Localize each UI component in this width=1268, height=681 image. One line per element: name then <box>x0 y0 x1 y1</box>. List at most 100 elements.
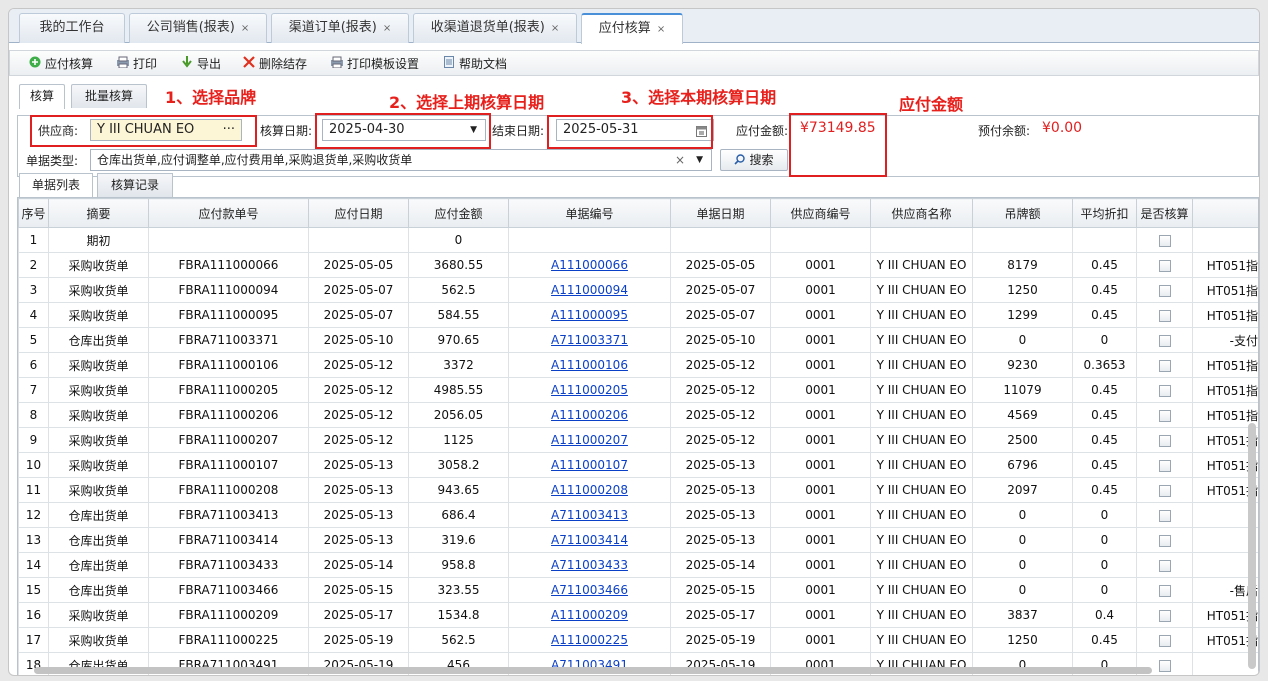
checkbox[interactable] <box>1158 634 1171 647</box>
end-date-field[interactable]: 2025-05-31 <box>556 119 714 141</box>
calc-date-field[interactable]: 2025-04-30 ▼ <box>322 119 486 141</box>
doc-type-select[interactable]: 仓库出货单,应付调整单,应付费用单,采购退货单,采购收货单 × ▼ <box>90 149 712 171</box>
help-docs-button[interactable]: 帮助文档 <box>442 55 507 73</box>
table-row[interactable]: 7 采购收货单 FBRA111000205 2025-05-12 4985.55 A111… <box>18 377 1258 403</box>
clear-icon[interactable]: × <box>675 150 685 170</box>
checkbox[interactable] <box>1158 584 1171 597</box>
tab-doc-list[interactable]: 单据列表 <box>19 173 93 197</box>
column-header[interactable]: 序号 <box>18 198 49 228</box>
checkbox[interactable] <box>1158 309 1171 322</box>
table-row[interactable]: 9 采购收货单 FBRA111000207 2025-05-12 1125 A111000… <box>18 427 1258 453</box>
table-row[interactable]: 13 仓库出货单 FBRA711003414 2025-05-13 319.6 A7110… <box>18 527 1258 553</box>
table-row[interactable]: 6 采购收货单 FBRA111000106 2025-05-12 3372 A111000… <box>18 352 1258 378</box>
checkbox[interactable] <box>1158 359 1171 372</box>
checkbox[interactable] <box>1158 659 1171 672</box>
tab-channel-returns[interactable]: 收渠道退货单(报表) × <box>413 13 577 43</box>
checkbox[interactable] <box>1158 534 1171 547</box>
vertical-scrollbar[interactable] <box>1248 423 1256 669</box>
doc-number-link[interactable]: A111000209 <box>551 608 628 622</box>
column-header[interactable]: 吊牌额 <box>972 198 1073 228</box>
doc-number-link[interactable]: A711003413 <box>551 508 628 522</box>
delete-balance-button[interactable]: 删除结存 <box>242 55 307 73</box>
table-row[interactable]: 2 采购收货单 FBRA111000066 2025-05-05 3680.55 A111… <box>18 252 1258 278</box>
doc-number-link[interactable]: A111000208 <box>551 483 628 497</box>
checkbox[interactable] <box>1158 409 1171 422</box>
checkbox[interactable] <box>1158 284 1171 297</box>
print-button[interactable]: 打印 <box>116 55 157 73</box>
table-row[interactable]: 11 采购收货单 FBRA111000208 2025-05-13 943.65 A111… <box>18 477 1258 503</box>
table-row[interactable]: 4 采购收货单 FBRA111000095 2025-05-07 584.55 A1110… <box>18 302 1258 328</box>
checkbox[interactable] <box>1158 509 1171 522</box>
checkbox[interactable] <box>1158 484 1171 497</box>
payable-accounting-button[interactable]: 应付核算 <box>28 55 93 73</box>
table-row[interactable]: 5 仓库出货单 FBRA711003371 2025-05-10 970.65 A7110… <box>18 327 1258 353</box>
column-header[interactable]: 应付金额 <box>408 198 509 228</box>
tab-workbench[interactable]: 我的工作台 <box>19 13 125 43</box>
column-header[interactable]: 应付日期 <box>308 198 409 228</box>
horizontal-scrollbar[interactable] <box>34 667 1152 674</box>
checkbox[interactable] <box>1158 234 1171 247</box>
column-header[interactable]: 应付款单号 <box>148 198 309 228</box>
doc-number-link[interactable]: A711003466 <box>551 583 628 597</box>
close-icon[interactable]: × <box>551 23 559 34</box>
column-header[interactable]: 摘要 <box>48 198 149 228</box>
doc-number-link[interactable]: A111000206 <box>551 408 628 422</box>
table-row[interactable]: 3 采购收货单 FBRA111000094 2025-05-07 562.5 A11100… <box>18 277 1258 303</box>
table-row[interactable]: 17 采购收货单 FBRA111000225 2025-05-19 562.5 A1110… <box>18 627 1258 653</box>
doc-number-link[interactable]: A111000225 <box>551 633 628 647</box>
column-header[interactable]: 供应商编号 <box>770 198 871 228</box>
checkbox[interactable] <box>1158 384 1171 397</box>
doc-number-link[interactable]: A111000106 <box>551 358 628 372</box>
table-row[interactable]: 14 仓库出货单 FBRA711003433 2025-05-14 958.8 A7110… <box>18 552 1258 578</box>
supplier-field[interactable]: Y III CHUAN EO ··· <box>90 119 242 141</box>
table-cell: A111000106 <box>508 352 671 378</box>
checkbox[interactable] <box>1158 434 1171 447</box>
close-icon[interactable]: × <box>657 24 665 35</box>
table-cell <box>1136 277 1193 303</box>
tab-company-sales[interactable]: 公司销售(报表) × <box>129 13 267 43</box>
table-row[interactable]: 10 采购收货单 FBRA111000107 2025-05-13 3058.2 A111… <box>18 452 1258 478</box>
column-header[interactable]: 平均折扣 <box>1072 198 1137 228</box>
checkbox[interactable] <box>1158 559 1171 572</box>
doc-number-link[interactable]: A111000066 <box>551 258 628 272</box>
table-cell: 2025-05-13 <box>670 452 771 478</box>
checkbox[interactable] <box>1158 334 1171 347</box>
table-row[interactable]: 16 采购收货单 FBRA111000209 2025-05-17 1534.8 A111… <box>18 602 1258 628</box>
column-header[interactable]: 单据编号 <box>508 198 671 228</box>
table-row[interactable]: 1 期初 0 <box>18 227 1258 253</box>
close-icon[interactable]: × <box>383 23 391 34</box>
doc-number-link[interactable]: A111000107 <box>551 458 628 472</box>
column-header[interactable]: 供应商名称 <box>870 198 973 228</box>
tab-payable-accounting[interactable]: 应付核算 × <box>581 13 683 44</box>
tab-calc[interactable]: 核算 <box>19 84 65 109</box>
search-button[interactable]: 搜索 <box>720 149 788 171</box>
doc-number-link[interactable]: A711003433 <box>551 558 628 572</box>
doc-number-link[interactable]: A711003414 <box>551 533 628 547</box>
print-template-button[interactable]: 打印模板设置 <box>330 55 419 73</box>
checkbox[interactable] <box>1158 459 1171 472</box>
doc-number-link[interactable]: A711003371 <box>551 333 628 347</box>
doc-number-link[interactable]: A111000205 <box>551 383 628 397</box>
column-header[interactable] <box>1192 198 1258 228</box>
doc-number-link[interactable]: A111000094 <box>551 283 628 297</box>
table-row[interactable]: 15 仓库出货单 FBRA711003466 2025-05-15 323.55 A711… <box>18 577 1258 603</box>
tab-batch-calc[interactable]: 批量核算 <box>71 84 147 108</box>
tab-channel-orders[interactable]: 渠道订单(报表) × <box>271 13 409 43</box>
doc-number-link[interactable]: A111000095 <box>551 308 628 322</box>
column-header[interactable]: 是否核算 <box>1136 198 1193 228</box>
calendar-icon[interactable] <box>696 124 707 140</box>
tab-calc-records[interactable]: 核算记录 <box>97 173 173 197</box>
chevron-down-icon[interactable]: ▼ <box>696 150 703 170</box>
doc-number-link[interactable]: A111000207 <box>551 433 628 447</box>
ellipsis-icon[interactable]: ··· <box>223 120 235 140</box>
column-header[interactable]: 单据日期 <box>670 198 771 228</box>
checkbox[interactable] <box>1158 609 1171 622</box>
table-row[interactable]: 12 仓库出货单 FBRA711003413 2025-05-13 686.4 A7110… <box>18 502 1258 528</box>
table-row[interactable]: 8 采购收货单 FBRA111000206 2025-05-12 2056.05 A111… <box>18 402 1258 428</box>
export-button[interactable]: 导出 <box>180 55 221 73</box>
table-cell: Y III CHUAN EO <box>870 502 973 528</box>
close-icon[interactable]: × <box>241 23 249 34</box>
chevron-down-icon[interactable]: ▼ <box>470 120 477 140</box>
payable-value: ¥73149.85 <box>800 120 876 136</box>
checkbox[interactable] <box>1158 259 1171 272</box>
